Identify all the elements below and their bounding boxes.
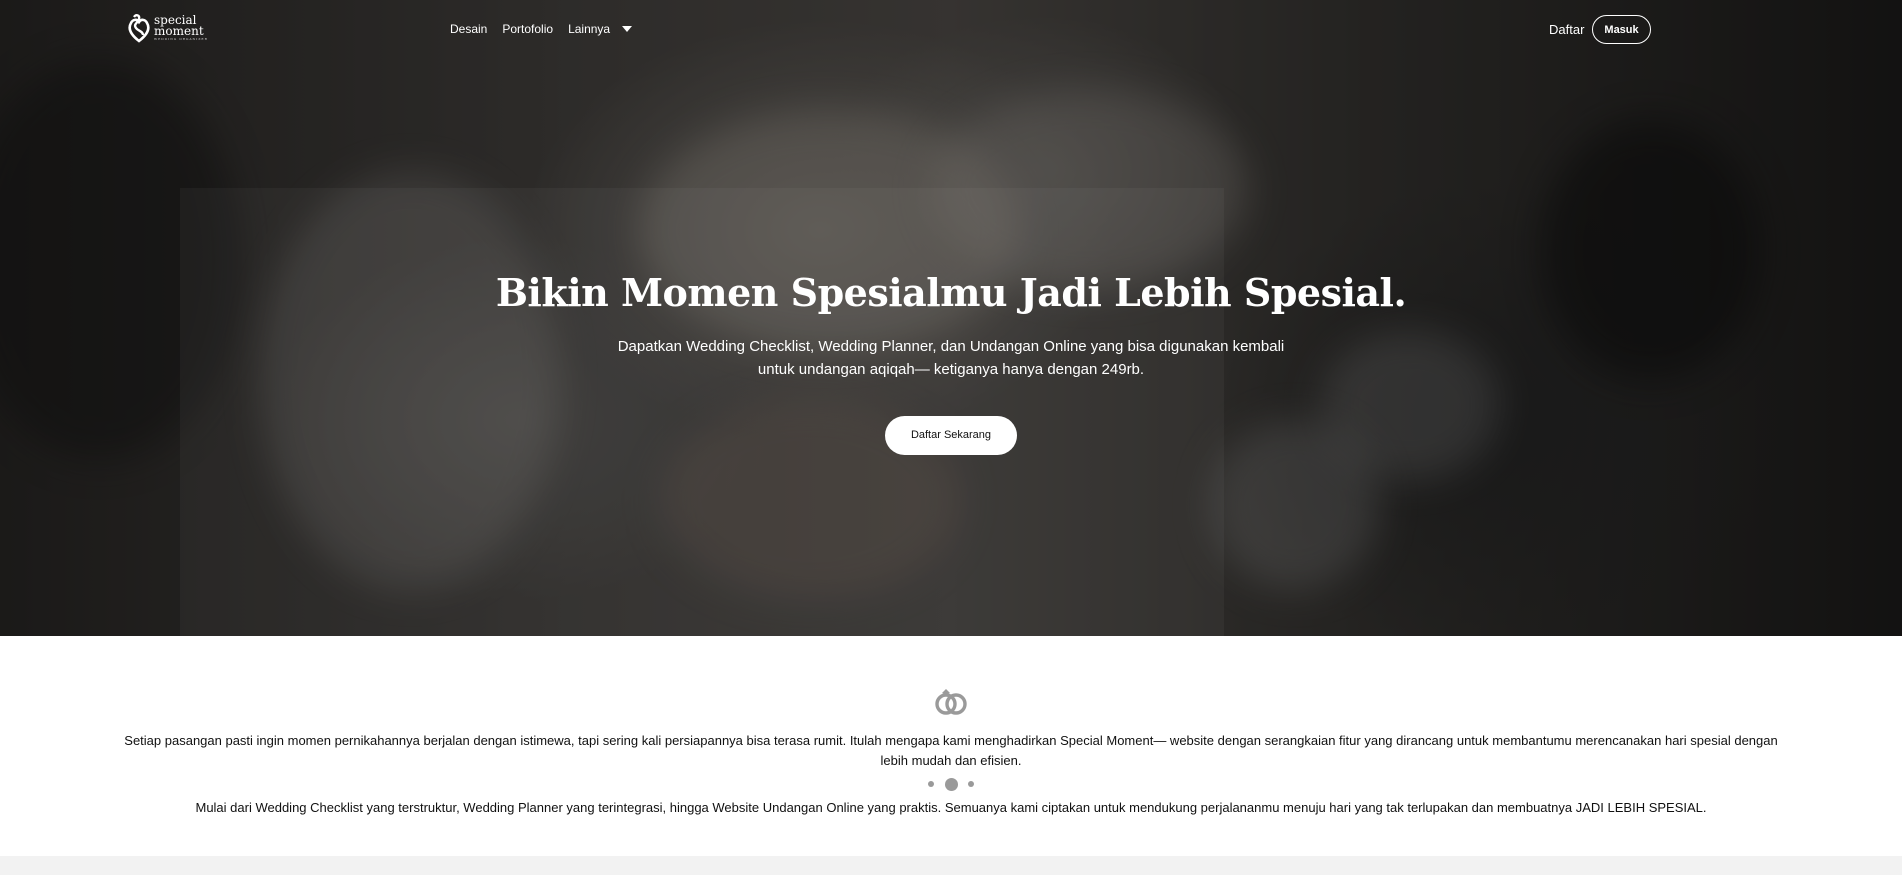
hero-title: Bikin Momen Spesialmu Jadi Lebih Spesial…: [495, 270, 1407, 315]
brand-tagline: WEDDING ORGANIZER: [154, 37, 208, 41]
divider-dot: [928, 781, 934, 787]
caret-down-icon: [622, 26, 633, 32]
intro-paragraph-2: Mulai dari Wedding Checklist yang terstr…: [195, 800, 1707, 815]
main-menu: Desain Portofolio Lainnya: [450, 22, 633, 36]
next-section-edge: [0, 856, 1902, 875]
hero-content: Bikin Momen Spesialmu Jadi Lebih Spesial…: [0, 270, 1902, 455]
brand-wordmark: special moment WEDDING ORGANIZER: [154, 14, 208, 41]
nav-item-lainnya-dropdown[interactable]: Lainnya: [568, 22, 633, 36]
auth-actions: Daftar Masuk: [1549, 15, 1651, 44]
divider-dots: [928, 777, 974, 791]
nav-item-label: Portofolio: [502, 22, 554, 36]
register-now-button[interactable]: Daftar Sekarang: [884, 416, 1018, 455]
nav-item-desain[interactable]: Desain: [450, 22, 487, 36]
register-link[interactable]: Daftar: [1549, 22, 1584, 37]
hero-section: Bikin Momen Spesialmu Jadi Lebih Spesial…: [0, 0, 1902, 636]
wedding-rings-icon: [935, 689, 967, 715]
nav-item-portofolio[interactable]: Portofolio: [502, 22, 553, 36]
intro-section: Setiap pasangan pasti ingin momen pernik…: [0, 636, 1902, 856]
brand-name-line2: moment: [154, 24, 204, 38]
navbar: special moment WEDDING ORGANIZER Desain …: [0, 0, 1902, 58]
nav-item-label: Lainnya: [568, 22, 611, 36]
heart-logo-icon: [128, 14, 150, 43]
intro-paragraph-1: Setiap pasangan pasti ingin momen pernik…: [124, 733, 1778, 768]
brand-logo[interactable]: special moment WEDDING ORGANIZER: [128, 13, 208, 43]
nav-item-label: Desain: [450, 22, 488, 36]
divider-dot: [944, 777, 958, 791]
login-button[interactable]: Masuk: [1592, 15, 1651, 44]
divider-dot: [968, 781, 974, 787]
hero-subtitle: Dapatkan Wedding Checklist, Wedding Plan…: [617, 338, 1285, 378]
